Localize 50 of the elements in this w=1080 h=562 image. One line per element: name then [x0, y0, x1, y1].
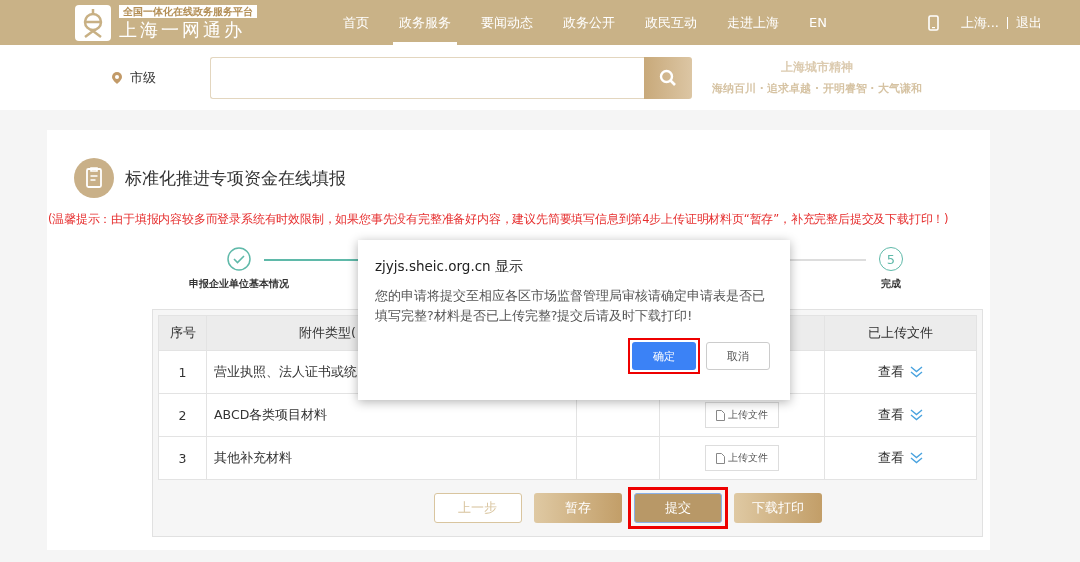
document-icon — [716, 409, 725, 421]
logo-icon — [75, 4, 111, 41]
action-button[interactable]: 提交 — [633, 493, 722, 523]
nav-link[interactable]: 要闻动态 — [475, 0, 539, 45]
logo-subtitle: 全国一体化在线政务服务平台 — [119, 5, 257, 18]
chevron-down-icon[interactable] — [910, 452, 923, 464]
phone-icon[interactable] — [927, 14, 939, 31]
upload-button[interactable]: 上传文件 — [705, 445, 779, 471]
dialog-message: 您的申请将提交至相应各区市场监督管理局审核请确定申请表是否已填写完整?材料是否已上传完整?提交后请及时下载打印! — [375, 287, 766, 325]
nav-link[interactable]: 政民互动 — [639, 0, 703, 45]
nav-link[interactable]: 政务公开 — [557, 0, 621, 45]
step-label: 完成 — [881, 277, 901, 291]
step-label: 申报企业单位基本情况 — [189, 277, 289, 291]
table-cell: 2 — [178, 407, 187, 423]
column-header: 已上传文件 — [868, 324, 933, 340]
nav-link[interactable]: 首页 — [337, 0, 375, 45]
chevron-down-icon[interactable] — [910, 409, 923, 421]
view-link[interactable]: 查看 — [878, 363, 904, 379]
column-header: 附件类型( — [299, 324, 356, 340]
search-icon — [659, 68, 677, 87]
table-cell: ABCD各类项目材料 — [214, 406, 328, 422]
search-field[interactable] — [210, 56, 644, 99]
cancel-button[interactable]: 取消 — [706, 342, 770, 370]
view-link[interactable]: 查看 — [878, 449, 904, 465]
document-icon — [716, 452, 725, 464]
column-header: 序号 — [169, 324, 196, 340]
location-label[interactable]: 市级 — [130, 68, 156, 87]
user-link[interactable]: 上海... — [960, 13, 999, 32]
logo-title: 上海一网通办 — [119, 20, 246, 40]
form-title: 标准化推进专项资金在线填报 — [125, 166, 346, 190]
slogan-title: 上海城市精神 — [780, 59, 853, 76]
nav-link[interactable]: EN — [803, 0, 833, 45]
logout-link[interactable]: 退出 — [1016, 13, 1042, 32]
view-link[interactable]: 查看 — [878, 406, 904, 422]
nav-link[interactable]: 走进上海 — [721, 0, 785, 45]
dialog-title: zjyjs.sheic.org.cn 显示 — [375, 258, 524, 276]
upload-button[interactable]: 上传文件 — [705, 402, 779, 428]
table-cell: 其他补充材料 — [214, 449, 292, 465]
confirm-button[interactable]: 确定 — [632, 342, 696, 370]
notice-text: (温馨提示：由于填报内容较多而登录系统有时效限制，如果您事先没有完整准备好内容，建议先简要填写信息到第4步上传证明材料页“暂存”，补充完整后提交及下载打印！) — [48, 212, 950, 227]
location-pin-icon — [112, 71, 122, 84]
action-button[interactable]: 下载打印 — [733, 493, 822, 523]
clipboard-icon — [74, 158, 114, 198]
table-cell: 3 — [178, 450, 187, 466]
search-button[interactable] — [644, 56, 692, 99]
chevron-down-icon[interactable] — [910, 366, 923, 378]
slogan-text: 海纳百川 · 追求卓越 · 开明睿智 · 大气谦和 — [712, 82, 922, 96]
table-cell: 营业执照、法人证书或统 — [214, 363, 357, 379]
action-button[interactable]: 暂存 — [533, 493, 622, 523]
table-cell: 1 — [178, 364, 187, 380]
